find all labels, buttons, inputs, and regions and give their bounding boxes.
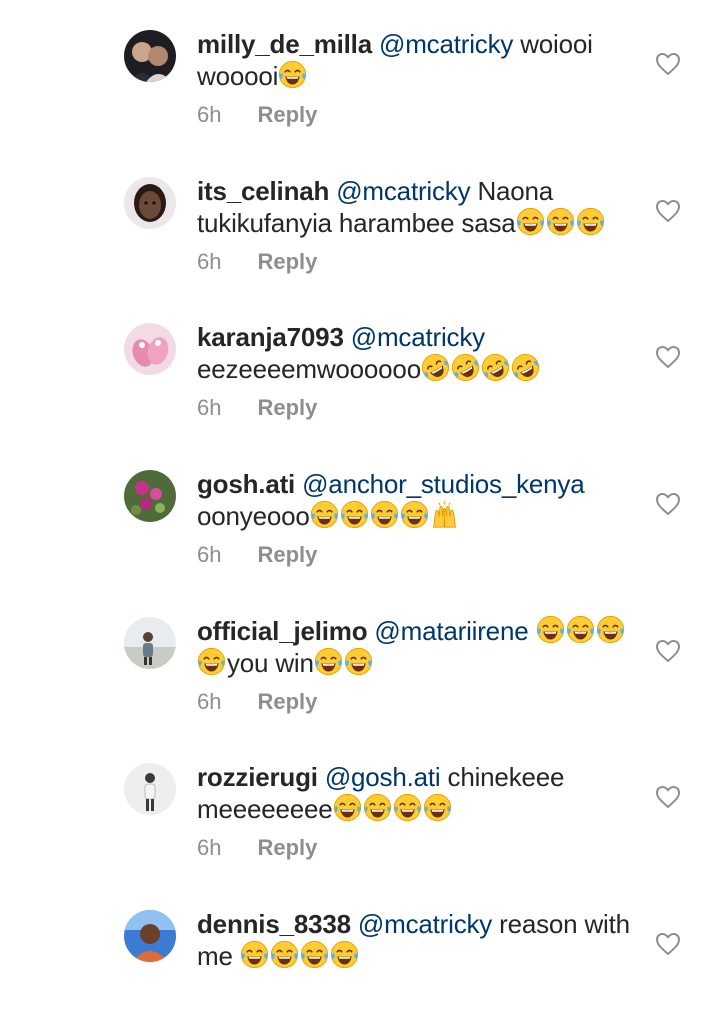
comment-body-text: oonyeooo [197,501,310,531]
heart-outline-icon[interactable] [655,492,681,516]
comment-username[interactable]: karanja7093 [197,322,344,352]
heart-outline-icon[interactable] [655,52,681,76]
rolling-laughing-emoji [451,353,480,382]
comment-meta: 6h Reply [197,249,317,275]
flowers-photo-avatar[interactable] [124,470,176,522]
comment-body-text: tukikufanyia harambee sasa [197,208,516,238]
comment-text: gosh.ati @anchor_studios_kenya oonyeooo [197,468,637,532]
comment-body-text: woiooi [520,29,593,59]
raising-hands-emoji [430,500,459,529]
tears-of-joy-emoji [393,793,422,822]
comment-text: rozzierugi @gosh.ati chinekeee meeeeeeee [197,761,637,825]
person-outdoor-avatar[interactable] [124,617,176,669]
comment-username[interactable]: milly_de_milla [197,29,372,59]
comment-mention[interactable]: @mcatricky [336,176,470,206]
comment-item: karanja7093 @mcatricky eezeeeemwoooooo 6h… [0,293,720,440]
tears-of-joy-emoji [400,500,429,529]
comment-meta: 6h Reply [197,689,317,715]
comment-username[interactable]: official_jelimo [197,616,368,646]
tears-of-joy-emoji [300,940,329,969]
rolling-laughing-emoji [511,353,540,382]
comment-body-text: wooooi [197,61,279,91]
comment-username[interactable]: dennis_8338 [197,909,351,939]
comment-meta: 6h Reply [197,835,317,861]
reply-button[interactable]: Reply [257,249,317,275]
comment-mention[interactable]: @matariirene [374,616,528,646]
tears-of-joy-emoji [576,207,605,236]
tears-of-joy-emoji [197,647,226,676]
comment-timestamp: 6h [197,542,222,567]
tears-of-joy-emoji [330,940,359,969]
selfie-photo-avatar[interactable] [124,177,176,229]
tears-of-joy-emoji [270,940,299,969]
comment-timestamp: 6h [197,835,222,860]
tears-of-joy-emoji [566,615,595,644]
heart-outline-icon[interactable] [655,932,681,956]
comment-text: karanja7093 @mcatricky eezeeeemwoooooo [197,321,637,385]
rolling-laughing-emoji [421,353,450,382]
tears-of-joy-emoji [546,207,575,236]
tears-of-joy-emoji [516,207,545,236]
comment-body-text: Naona [477,176,554,206]
comment-body-text: meeeeeeee [197,794,333,824]
heart-outline-icon[interactable] [655,345,681,369]
rolling-laughing-emoji [481,353,510,382]
comment-timestamp: 6h [197,395,222,420]
tears-of-joy-emoji [596,615,625,644]
tears-of-joy-emoji [333,793,362,822]
reply-button[interactable]: Reply [257,835,317,861]
couple-photo-avatar[interactable] [124,30,176,82]
comment-meta: 6h Reply [197,542,317,568]
reply-button[interactable]: Reply [257,395,317,421]
tears-of-joy-emoji [363,793,392,822]
reply-button[interactable]: Reply [257,102,317,128]
comment-item: dennis_8338 @mcatricky reason with me [0,880,720,1027]
heart-outline-icon[interactable] [655,785,681,809]
comment-username[interactable]: gosh.ati [197,469,295,499]
person-portrait-avatar[interactable] [124,910,176,962]
comment-item: gosh.ati @anchor_studios_kenya oonyeooo 6… [0,440,720,587]
comment-mention[interactable]: @mcatricky [358,909,492,939]
tears-of-joy-emoji [423,793,452,822]
comment-item: official_jelimo @matariirene you win 6h Re… [0,587,720,734]
pink-slippers-avatar[interactable] [124,323,176,375]
comment-username[interactable]: rozzierugi [197,762,318,792]
comment-timestamp: 6h [197,102,222,127]
comment-text: its_celinah @mcatricky Naona tukikufanyia… [197,175,637,239]
tears-of-joy-emoji [370,500,399,529]
comment-mention[interactable]: @mcatricky [379,29,513,59]
tears-of-joy-emoji [240,940,269,969]
comment-body-text: reason with [499,909,630,939]
comment-meta: 6h Reply [197,102,317,128]
comment-body-text: me [197,941,240,971]
comment-body-text: chinekeee [447,762,565,792]
tears-of-joy-emoji [340,500,369,529]
comment-timestamp: 6h [197,689,222,714]
tears-of-joy-emoji [344,647,373,676]
comment-meta: 6h Reply [197,395,317,421]
heart-outline-icon[interactable] [655,199,681,223]
comment-text: milly_de_milla @mcatricky woiooi wooooi [197,28,637,92]
comment-mention[interactable]: @anchor_studios_kenya [302,469,585,499]
comment-username[interactable]: its_celinah [197,176,329,206]
tears-of-joy-emoji [278,60,307,89]
reply-button[interactable]: Reply [257,542,317,568]
comment-mention[interactable]: @gosh.ati [325,762,441,792]
tears-of-joy-emoji [314,647,343,676]
comment-item: milly_de_milla @mcatricky woiooi wooooi 6h… [0,0,720,147]
tears-of-joy-emoji [536,615,565,644]
comment-body-text: you win [227,648,314,678]
comment-item: rozzierugi @gosh.ati chinekeee meeeeeeee 6… [0,733,720,880]
comment-text: official_jelimo @matariirene you win [197,615,637,679]
comment-timestamp: 6h [197,249,222,274]
person-standing-avatar[interactable] [124,763,176,815]
reply-button[interactable]: Reply [257,689,317,715]
tears-of-joy-emoji [310,500,339,529]
comment-body-text: eezeeeemwoooooo [197,354,421,384]
comment-item: its_celinah @mcatricky Naona tukikufanyia… [0,147,720,294]
comment-mention[interactable]: @mcatricky [351,322,485,352]
comment-text: dennis_8338 @mcatricky reason with me [197,908,637,972]
heart-outline-icon[interactable] [655,639,681,663]
